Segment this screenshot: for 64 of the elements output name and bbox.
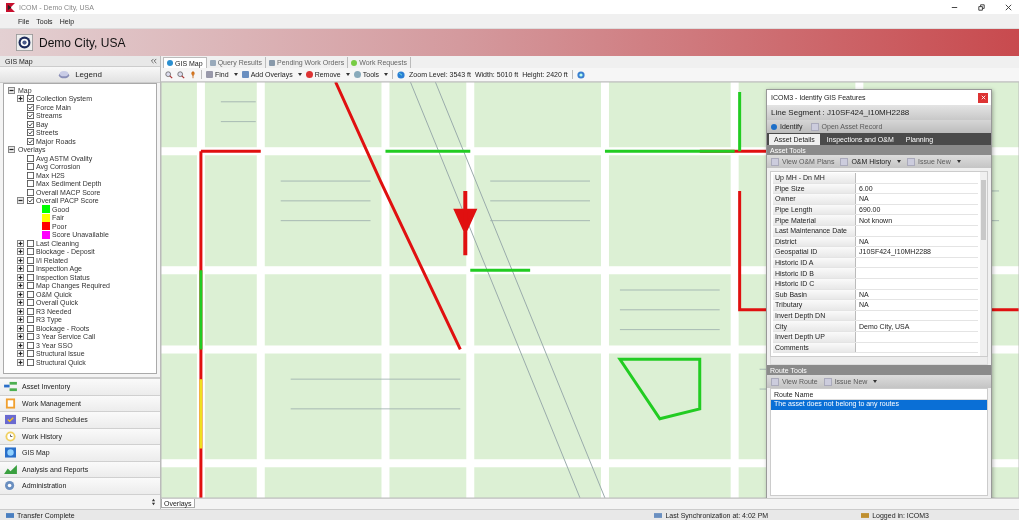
checkbox[interactable] — [27, 341, 34, 349]
checkbox[interactable] — [27, 299, 34, 307]
checkbox[interactable] — [27, 256, 34, 264]
checkbox[interactable] — [27, 333, 34, 341]
close-button[interactable] — [978, 92, 988, 103]
expander-icon[interactable] — [17, 95, 24, 103]
checkbox[interactable] — [27, 129, 34, 137]
checkbox[interactable] — [27, 95, 34, 103]
checkbox[interactable] — [27, 180, 34, 188]
checkbox[interactable] — [27, 290, 34, 298]
restore-icon[interactable] — [977, 2, 986, 12]
expander-icon[interactable] — [8, 86, 15, 94]
checkbox[interactable] — [27, 316, 34, 324]
app-logo-icon — [6, 2, 15, 12]
checkbox[interactable] — [27, 282, 34, 290]
checkbox[interactable] — [27, 273, 34, 281]
expander-icon[interactable] — [17, 324, 24, 332]
expander-icon[interactable] — [17, 282, 24, 290]
checkbox[interactable] — [27, 103, 34, 111]
expander-icon[interactable] — [17, 316, 24, 324]
checkbox[interactable] — [27, 307, 34, 315]
scrollbar[interactable] — [770, 357, 988, 365]
checkbox[interactable] — [27, 358, 34, 366]
checkbox[interactable] — [27, 188, 34, 196]
expander-icon[interactable] — [17, 350, 24, 358]
zoom-out-icon[interactable] — [177, 70, 185, 79]
expander-icon[interactable] — [17, 358, 24, 366]
expander-icon[interactable] — [17, 256, 24, 264]
close-icon[interactable] — [1004, 2, 1013, 12]
expander-icon[interactable] — [17, 248, 24, 256]
more-icon[interactable] — [151, 497, 156, 506]
expander-icon[interactable] — [17, 197, 24, 205]
expander-icon[interactable] — [8, 146, 15, 154]
expander-icon[interactable] — [17, 265, 24, 273]
expander-icon[interactable] — [17, 307, 24, 315]
expander-icon[interactable] — [17, 299, 24, 307]
expander-icon[interactable] — [17, 290, 24, 298]
collapse-icon[interactable] — [150, 58, 157, 64]
checkbox[interactable] — [27, 324, 34, 332]
checkbox[interactable] — [27, 197, 34, 205]
dialog-heading: Line Segment : J10SF424_I10MH2288 — [767, 105, 991, 120]
city-seal-icon — [16, 34, 33, 51]
checkbox[interactable] — [27, 350, 34, 358]
expander-icon[interactable] — [17, 273, 24, 281]
checkbox[interactable] — [27, 137, 34, 145]
checkbox[interactable] — [27, 265, 34, 273]
checkbox[interactable] — [27, 112, 34, 120]
checkbox[interactable] — [27, 154, 34, 162]
expander-icon[interactable] — [17, 333, 24, 341]
checkbox[interactable] — [27, 171, 34, 179]
zoom-in-icon[interactable] — [165, 70, 173, 79]
scrollbar[interactable] — [980, 172, 987, 356]
clipboard-icon — [4, 397, 17, 409]
city-title: Demo City, USA — [39, 35, 126, 50]
checkbox[interactable] — [27, 239, 34, 247]
checkbox[interactable] — [27, 120, 34, 128]
calendar-icon — [4, 414, 17, 426]
checkbox[interactable] — [27, 163, 34, 171]
layers-icon — [58, 70, 71, 79]
expander-icon[interactable] — [17, 239, 24, 247]
clock-icon — [4, 430, 17, 442]
pin-icon[interactable] — [189, 70, 197, 79]
checkbox[interactable] — [27, 248, 34, 256]
expander-icon[interactable] — [17, 341, 24, 349]
